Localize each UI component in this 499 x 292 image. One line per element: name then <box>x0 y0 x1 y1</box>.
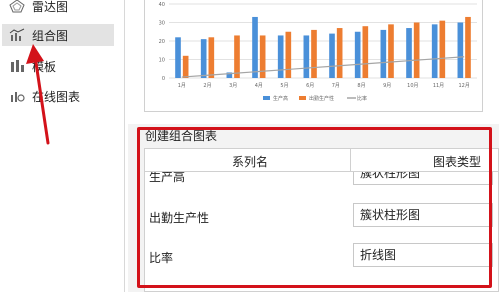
template-icon <box>8 58 26 74</box>
x-tick-label: 9月 <box>383 83 391 89</box>
bar-生产高-2月 <box>200 39 207 78</box>
bar-出勤生产性-10月 <box>413 22 420 78</box>
x-tick-label: 1月 <box>178 83 186 89</box>
y-tick-label: 0 <box>162 76 165 82</box>
sidebar-item-label: 模板 <box>32 59 57 74</box>
sidebar-item-combo[interactable]: 组合图 <box>2 24 114 46</box>
bar-生产高-12月 <box>457 22 464 78</box>
legend-label-出勤生产性: 出勤生产性 <box>309 95 334 102</box>
bar-生产高-6月 <box>303 35 310 78</box>
sidebar-item-radar[interactable]: 雷达图 <box>2 0 114 17</box>
sidebar-divider <box>124 0 125 292</box>
bar-生产高-4月 <box>252 16 258 78</box>
sidebar-item-template[interactable]: 模板 <box>2 55 114 77</box>
bar-生产高-9月 <box>380 29 387 78</box>
y-tick-label: 20 <box>159 39 165 45</box>
x-tick-label: 11月 <box>433 83 444 89</box>
bar-出勤生产性-5月 <box>285 31 292 78</box>
legend-swatch-生产高 <box>263 96 270 100</box>
sidebar-item-label: 雷达图 <box>32 0 69 14</box>
bar-出勤生产性-6月 <box>311 29 317 78</box>
x-tick-label: 2月 <box>203 83 211 89</box>
y-tick-label: 30 <box>159 21 165 27</box>
bar-出勤生产性-12月 <box>465 16 471 78</box>
chart-preview: 0 10 20 30 40 1月 2月 3月 4月 5月 6月 7月 8月 9月 10月 11月 12月生产高 出… <box>144 0 483 112</box>
x-tick-label: 4月 <box>255 83 263 89</box>
sidebar-item-label: 在线图表 <box>32 89 81 104</box>
bar-生产高-7月 <box>329 33 335 78</box>
chart-type-sidebar: 雷达图 组合图 模板 在线图表 <box>0 0 120 292</box>
x-tick-label: 12月 <box>458 83 469 89</box>
sidebar-item-label: 组合图 <box>32 28 69 43</box>
bar-生产高-10月 <box>406 28 412 78</box>
bar-出勤生产性-2月 <box>208 37 215 78</box>
chart-dialog: 雷达图 组合图 模板 在线图表 0 10 20 30 40 1月 2月 3月 4月 5月 6月 7月 8… <box>0 0 499 292</box>
bar-生产高-11月 <box>431 24 438 79</box>
online-chart-icon <box>8 88 26 104</box>
bar-出勤生产性-3月 <box>234 35 240 78</box>
sidebar-item-online[interactable]: 在线图表 <box>2 85 114 107</box>
x-tick-label: 10月 <box>407 83 418 89</box>
y-tick-label: 10 <box>159 58 165 64</box>
legend-swatch-出勤生产性 <box>299 96 306 100</box>
bar-出勤生产性-9月 <box>388 24 394 79</box>
bar-出勤生产性-1月 <box>182 55 189 78</box>
legend-label-比率: 比率 <box>357 95 367 102</box>
chart-preview-svg: 0 10 20 30 40 1月 2月 3月 4月 5月 6月 7月 8月 9月 10月 11月 12月生产高 出… <box>159 2 477 102</box>
x-tick-label: 3月 <box>229 83 237 89</box>
highlight-box <box>137 127 492 288</box>
bar-出勤生产性-7月 <box>336 28 343 78</box>
bar-生产高-1月 <box>175 37 181 78</box>
radar-chart-icon <box>8 0 26 14</box>
legend-label-生产高: 生产高 <box>273 95 288 102</box>
bar-出勤生产性-8月 <box>362 26 369 78</box>
x-tick-label: 5月 <box>280 83 288 89</box>
y-tick-label: 40 <box>159 2 165 8</box>
bar-出勤生产性-11月 <box>439 20 446 78</box>
combo-chart-icon <box>8 27 26 43</box>
bar-生产高-5月 <box>277 35 284 78</box>
bar-生产高-8月 <box>354 31 361 78</box>
x-tick-label: 8月 <box>357 83 365 89</box>
x-tick-label: 6月 <box>306 83 314 89</box>
x-tick-label: 7月 <box>332 83 340 89</box>
